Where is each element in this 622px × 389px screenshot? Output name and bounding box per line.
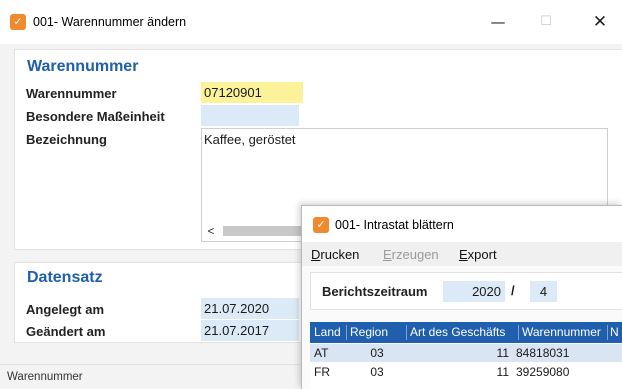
column-divider [518, 325, 519, 340]
masseinheit-input[interactable] [201, 105, 299, 126]
berichtszeitraum-label: Berichtszeitraum [322, 284, 428, 299]
cell-warennummer: 84818031 [516, 346, 570, 360]
angelegt-label: Angelegt am [26, 302, 105, 317]
geaendert-value: 21.07.2017 [201, 320, 299, 341]
column-divider [607, 325, 608, 340]
app-logo-icon: ✓ [313, 217, 329, 233]
menu-drucken[interactable]: Drucken [311, 247, 359, 262]
bezeichnung-text: Kaffee, geröstet [204, 132, 296, 147]
menu-erzeugen-mnemonic: E [383, 247, 392, 262]
menu-export-mnemonic: E [459, 247, 468, 262]
cell-land: FR [314, 365, 330, 379]
angelegt-value: 21.07.2020 [201, 298, 299, 319]
app-logo-icon: ✓ [10, 14, 26, 30]
intrastat-window: ✓ 001- Intrastat blättern Drucken Erzeug… [301, 205, 622, 389]
menu-drucken-rest: rucken [320, 247, 360, 262]
table-row[interactable]: FR 03 11 39259080 [310, 363, 622, 381]
column-header-art-des-geschaefts[interactable]: Art des Geschäfts [410, 322, 520, 343]
table-header-row: Land Region Art des Geschäfts Warennumme… [310, 322, 622, 343]
column-header-land[interactable]: Land [314, 322, 348, 343]
cell-region: 03 [370, 365, 384, 379]
main-window-title: 001- Warennummer ändern [33, 15, 187, 29]
intrastat-menubar: Drucken Erzeugen Export [302, 242, 622, 266]
warennummer-section-title: Warennummer [27, 58, 139, 75]
maximize-button[interactable]: ☐ [526, 8, 566, 36]
table-row[interactable]: AT 03 11 84818031 [310, 344, 622, 362]
scroll-left-icon[interactable]: < [203, 222, 219, 240]
column-divider [406, 325, 407, 340]
column-divider [346, 325, 347, 340]
menu-drucken-mnemonic: D [311, 247, 321, 262]
column-header-warennummer[interactable]: Warennummer [522, 322, 608, 343]
berichtszeitraum-month-input[interactable]: 4 [530, 281, 557, 302]
cell-region: 03 [370, 346, 384, 360]
menu-export-rest: xport [467, 247, 497, 262]
menu-erzeugen-rest: rzeugen [391, 247, 439, 262]
datensatz-section-title: Datensatz [27, 269, 103, 286]
cell-land: AT [314, 346, 329, 360]
warennummer-input[interactable]: 07120901 [201, 82, 303, 103]
cell-warennummer: 39259080 [516, 365, 570, 379]
menu-export[interactable]: Export [459, 247, 497, 262]
bezeichnung-label: Bezeichnung [26, 132, 107, 147]
intrastat-window-title: 001- Intrastat blättern [335, 218, 454, 232]
intrastat-table: Land Region Art des Geschäfts Warennumme… [310, 322, 622, 389]
main-titlebar: ✓ 001- Warennummer ändern — ☐ ✕ [0, 0, 622, 44]
close-button[interactable]: ✕ [580, 8, 620, 36]
minimize-button[interactable]: — [478, 8, 518, 36]
berichtszeitraum-year-input[interactable]: 2020 [443, 281, 505, 302]
cell-art-des-geschaefts: 11 [496, 365, 509, 379]
berichtszeitraum-separator: / [511, 283, 515, 298]
masseinheit-label: Besondere Maßeinheit [26, 109, 165, 124]
column-header-region[interactable]: Region [350, 322, 408, 343]
berichtszeitraum-box: Berichtszeitraum 2020 / 4 [310, 272, 622, 310]
warennummer-label: Warennummer [26, 86, 117, 101]
geaendert-label: Geändert am [26, 324, 106, 339]
column-header-next[interactable]: N [610, 322, 622, 343]
menu-erzeugen[interactable]: Erzeugen [383, 247, 439, 262]
status-text: Warennummer [7, 371, 83, 383]
intrastat-titlebar[interactable]: ✓ 001- Intrastat blättern [302, 206, 622, 242]
cell-art-des-geschaefts: 11 [496, 346, 509, 360]
